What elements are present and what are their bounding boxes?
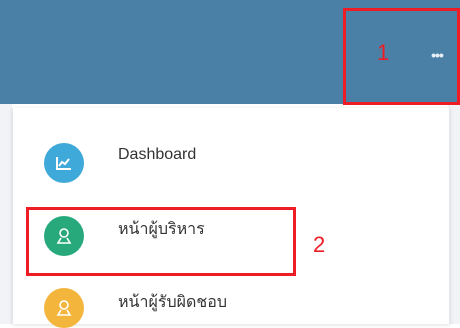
- annotation-number-1: 1: [377, 40, 390, 65]
- menu-item-label: Dashboard: [118, 146, 197, 163]
- annotation-box-1: [343, 8, 460, 105]
- annotation-box-2: [26, 207, 296, 276]
- menu-item-dashboard[interactable]: Dashboard: [13, 126, 449, 186]
- left-background-strip: [0, 104, 12, 324]
- user-icon: [44, 288, 84, 328]
- annotation-number-2: 2: [313, 232, 326, 257]
- menu-item-label: หน้าผู้รับผิดชอบ: [118, 294, 227, 311]
- chart-icon: [44, 143, 84, 183]
- menu-item-responsible[interactable]: หน้าผู้รับผิดชอบ: [13, 268, 449, 328]
